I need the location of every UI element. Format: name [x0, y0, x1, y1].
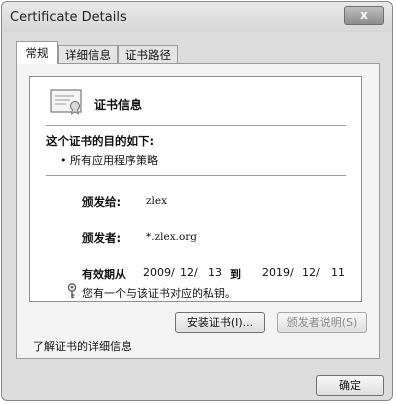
certificate-info-box: 证书信息 这个证书的目的如下: • 所有应用程序策略 颁发给: zlex 颁发者…	[29, 76, 362, 302]
divider	[46, 125, 346, 126]
issued-to-value: zlex	[146, 195, 168, 207]
valid-to-year: 2019/	[262, 266, 294, 279]
key-icon	[66, 283, 78, 303]
learn-more-link[interactable]: 了解证书的详细信息	[33, 338, 132, 354]
valid-from-year: 2009/	[143, 266, 175, 279]
tab-details[interactable]: 详细信息	[58, 45, 118, 63]
private-key-note: 您有一个与该证书对应的私钥。	[82, 287, 236, 300]
valid-to-day: 11	[331, 266, 345, 279]
purpose-heading: 这个证书的目的如下:	[46, 134, 155, 148]
tab-panel-general: 证书信息 这个证书的目的如下: • 所有应用程序策略 颁发给: zlex 颁发者…	[16, 63, 380, 359]
issued-by-value: *.zlex.org	[146, 231, 198, 243]
divider	[46, 175, 346, 176]
tab-general[interactable]: 常规	[16, 41, 58, 64]
tab-certification-path[interactable]: 证书路径	[118, 45, 178, 63]
valid-from-day: 13	[208, 266, 222, 279]
purpose-item: • 所有应用程序策略	[60, 154, 158, 167]
title-bar[interactable]: Certificate Details x	[2, 2, 392, 32]
ok-button[interactable]: 确定	[316, 375, 384, 396]
issuer-statement-button[interactable]: 颁发者说明(S)	[277, 312, 367, 333]
issued-to-label: 颁发给:	[82, 195, 122, 209]
close-button[interactable]: x	[344, 6, 384, 25]
valid-to-month: 12/	[302, 266, 320, 279]
close-icon: x	[360, 8, 368, 22]
valid-from-label: 有效期从	[82, 268, 126, 281]
issued-by-label: 颁发者:	[82, 231, 122, 245]
window-title: Certificate Details	[10, 10, 127, 25]
valid-to-label: 到	[230, 268, 241, 281]
install-certificate-button[interactable]: 安装证书(I)...	[175, 312, 265, 333]
certificate-details-window: Certificate Details x 常规 详细信息 证书路径 证书信息	[1, 1, 393, 401]
valid-from-month: 12/	[180, 266, 198, 279]
certificate-info-title: 证书信息	[94, 98, 143, 112]
certificate-icon	[50, 87, 84, 119]
